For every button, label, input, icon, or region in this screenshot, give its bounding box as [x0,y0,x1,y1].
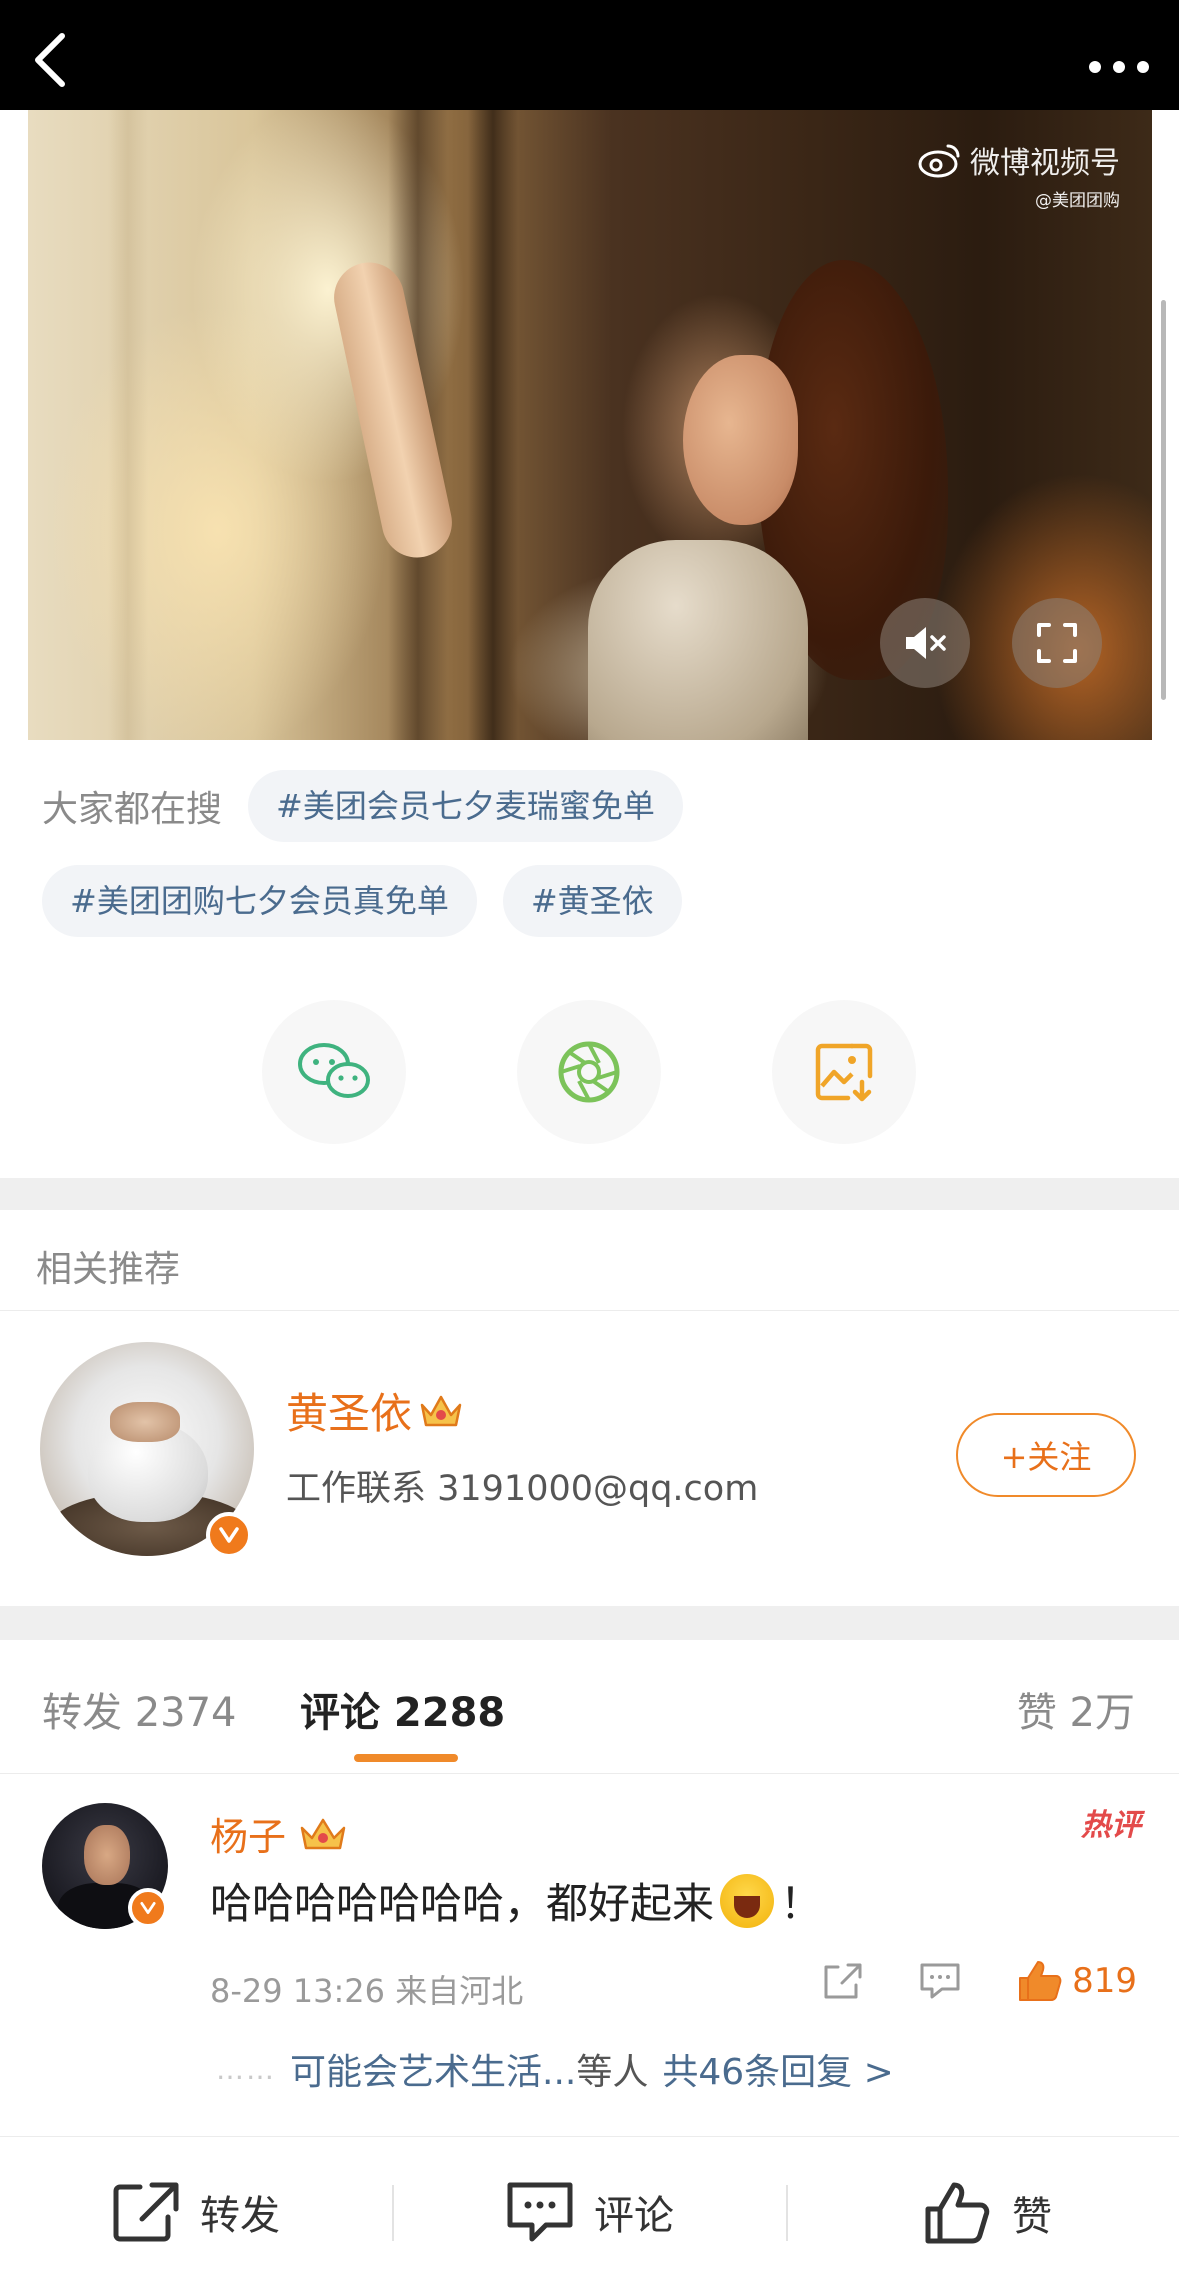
section-divider [0,1178,1179,1210]
more-dot-icon [1113,61,1125,73]
recommended-user-name-row[interactable]: 黄圣依 [286,1380,464,1441]
forward-label: 转发 [200,2193,280,2239]
bottom-bar-separator [786,2185,788,2241]
mute-button[interactable] [880,598,970,688]
tab-comments[interactable]: 评论 2288 [300,1680,505,1738]
recommended-user-name: 黄圣依 [286,1389,413,1438]
save-image-button[interactable] [772,1000,916,1144]
video-frame-detail [588,540,808,740]
forward-button[interactable]: 转发 [112,2181,280,2243]
trending-search-label: 大家都在搜 [42,789,223,830]
comment-body-end: ！ [780,1879,823,1928]
watermark-subtext: @美团团购 [1035,191,1120,211]
weibo-logo-icon [918,144,960,178]
comment-label: 评论 [594,2193,674,2239]
verified-badge-icon [206,1512,252,1558]
back-arrow-icon [35,33,65,87]
section-divider [0,1606,1179,1640]
more-dot-icon [1089,61,1101,73]
commenter-name: 杨子 [210,1815,287,1859]
active-tab-indicator [354,1754,458,1762]
recommended-user-description: 工作联系 3191000@qq.com [286,1469,759,1509]
fullscreen-icon [1037,623,1077,663]
post-stats-tabs: 转发 2374 评论 2288 赞 2万 [0,1640,1179,1774]
related-title: 相关推荐 [36,1249,181,1290]
hot-comment-badge: 热评 [1081,1808,1141,1843]
video-frame-detail [683,355,798,525]
trending-search-row: #美团团购七夕会员真免单 #黄圣依 [42,865,682,937]
video-frame-detail [468,110,518,740]
fullscreen-button[interactable] [1012,598,1102,688]
like-label: 赞 [1012,2194,1052,2240]
tab-forwards[interactable]: 转发 2374 [42,1680,237,1738]
laughing-emoji-icon [720,1873,775,1928]
scrollbar[interactable] [1161,300,1166,700]
commenter-name-row[interactable]: 杨子 [210,1806,350,1861]
reply-comment-icon[interactable] [918,1961,962,2001]
comment-meta: 8-29 13:26 来自河北 [210,1972,524,2010]
video-watermark: 微博视频号 @美团团购 [918,138,1120,211]
comment-body: 哈哈哈哈哈哈哈，都好起来 [210,1879,715,1928]
share-row [0,1000,1179,1144]
divider-line [0,1773,1179,1774]
wechat-icon [298,1043,370,1098]
save-image-icon [815,1043,873,1102]
avatar-photo-detail [110,1402,180,1442]
crown-icon [420,1395,462,1426]
video-player[interactable]: 微博视频号 @美团团购 [28,110,1152,740]
thumbs-up-icon [1019,1961,1062,2001]
moments-icon [558,1041,620,1103]
like-icon [925,2182,990,2244]
bottom-action-bar: 转发 评论 赞 [0,2136,1179,2286]
top-bar [0,0,1179,110]
verified-badge-icon [128,1888,168,1928]
trending-tag[interactable]: #美团团购七夕会员真免单 [42,865,477,937]
back-button[interactable] [30,30,90,100]
trending-tag[interactable]: #美团会员七夕麦瑞蜜免单 [248,770,683,842]
forward-icon [113,2182,179,2242]
avatar-photo-detail [84,1825,130,1885]
reply-etc: 等人 [576,2052,649,2093]
comment-like-count: 819 [1072,1961,1137,2001]
share-moments-button[interactable] [517,1000,661,1144]
trending-search-row: 大家都在搜 #美团会员七夕麦瑞蜜免单 [42,770,683,842]
watermark-text: 微博视频号 [970,146,1120,181]
comment-actions: 819 [820,1958,1137,2004]
reply-user[interactable]: 可能会艺术生活... [290,2043,576,2095]
reply-dots: …… [216,2052,276,2086]
replies-link[interactable]: …… 可能会艺术生活... 等人 共46条回复 > [216,2043,894,2095]
more-dot-icon [1137,61,1149,73]
comment-like-button[interactable]: 819 [1016,1958,1137,2004]
crown-icon [300,1818,346,1849]
reply-more[interactable]: 共46条回复 > [662,2043,893,2095]
like-button[interactable]: 赞 [924,2181,1052,2245]
video-frame-detail [108,110,148,740]
mute-icon [906,627,946,659]
comment-text: 哈哈哈哈哈哈哈，都好起来 ！ [210,1870,822,1931]
divider-line [0,1310,1179,1311]
bottom-bar-separator [392,2185,394,2241]
more-button[interactable] [1069,52,1149,82]
comment-icon [507,2182,573,2242]
comment-button[interactable]: 评论 [506,2181,674,2243]
share-wechat-button[interactable] [262,1000,406,1144]
follow-button[interactable]: +关注 [956,1413,1136,1497]
share-comment-icon[interactable] [820,1961,864,2001]
trending-tag[interactable]: #黄圣依 [502,865,682,937]
tab-likes[interactable]: 赞 2万 [1017,1680,1135,1738]
